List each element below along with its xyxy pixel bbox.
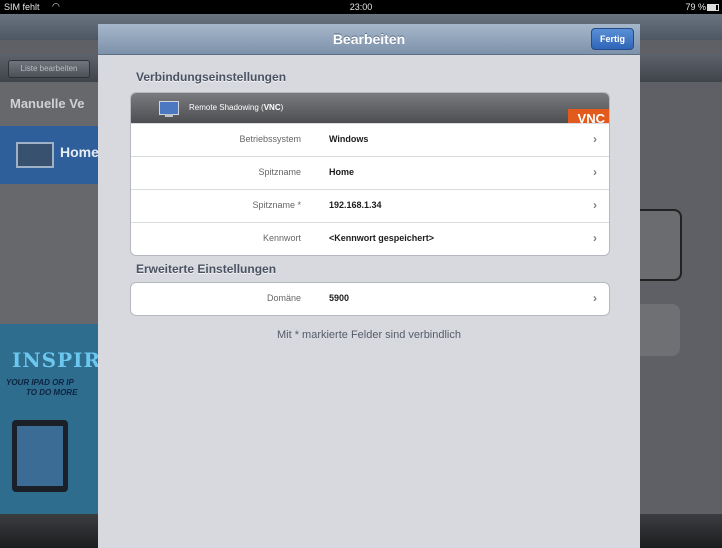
monitor-icon xyxy=(159,101,179,117)
connection-settings-group: Remote Shadowing (VNC) VNC Betriebssyste… xyxy=(130,92,610,256)
row-label: Spitzname xyxy=(258,167,301,177)
row-value: Home xyxy=(329,167,355,177)
chevron-right-icon: › xyxy=(593,291,597,305)
row-label: Domäne xyxy=(266,293,301,303)
settings-row-domain[interactable]: Domäne 5900 › xyxy=(131,283,609,315)
row-value: Windows xyxy=(329,134,369,144)
promo-title: INSPIR xyxy=(12,348,100,372)
tablet-icon xyxy=(12,420,68,492)
edit-modal: Bearbeiten Fertig Verbindungseinstellung… xyxy=(98,24,640,548)
modal-navbar: Bearbeiten Fertig xyxy=(98,24,640,55)
settings-row-os[interactable]: Betriebssystem Windows › xyxy=(131,123,609,156)
settings-row-nickname[interactable]: Spitzname Home › xyxy=(131,156,609,189)
clock: 23:00 xyxy=(349,2,373,12)
sidebar-item-home[interactable]: Home xyxy=(0,126,100,184)
status-bar: SIM fehlt ◠ 23:00 79 % xyxy=(0,0,722,14)
chevron-right-icon: › xyxy=(593,198,597,212)
chevron-right-icon: › xyxy=(593,165,597,179)
background-panel xyxy=(640,304,680,356)
chevron-right-icon: › xyxy=(593,231,597,245)
vnc-badge: VNC xyxy=(567,109,609,123)
row-value: <Kennwort gespeichert> xyxy=(329,233,435,243)
manual-connections-title: Manuelle Ve xyxy=(10,96,85,111)
row-label: Betriebssystem xyxy=(239,134,301,144)
chevron-right-icon: › xyxy=(593,132,597,146)
section-title-connection: Verbindungseinstellungen xyxy=(136,70,287,84)
sidebar-item-label: Home xyxy=(60,144,99,160)
settings-row-address[interactable]: Spitzname * 192.168.1.34 › xyxy=(131,189,609,222)
edit-list-button[interactable]: Liste bearbeiten xyxy=(8,60,90,78)
background-panel xyxy=(640,209,682,281)
connection-type-label: Remote Shadowing (VNC) xyxy=(189,103,284,112)
modal-title: Bearbeiten xyxy=(332,31,406,47)
connection-type-header[interactable]: Remote Shadowing (VNC) VNC xyxy=(131,93,609,123)
row-label: Kennwort xyxy=(262,233,301,243)
required-fields-note: Mit * markierte Felder sind verbindlich xyxy=(276,329,461,341)
row-label: Spitzname * xyxy=(252,200,301,210)
battery-percent: 79 % xyxy=(685,2,706,12)
promo-banner[interactable]: INSPIR YOUR IPAD OR IP TO DO MORE xyxy=(0,324,100,514)
done-button[interactable]: Fertig xyxy=(590,28,634,50)
promo-text: TO DO MORE xyxy=(26,388,78,397)
promo-text: YOUR IPAD OR IP xyxy=(6,378,74,387)
row-value: 5900 xyxy=(329,293,350,303)
battery-icon xyxy=(707,4,719,11)
advanced-settings-group: Domäne 5900 › xyxy=(130,282,610,316)
settings-row-password[interactable]: Kennwort <Kennwort gespeichert> › xyxy=(131,222,609,255)
computer-icon xyxy=(16,142,54,168)
row-value: 192.168.1.34 xyxy=(329,200,382,210)
section-title-advanced: Erweiterte Einstellungen xyxy=(136,262,277,276)
